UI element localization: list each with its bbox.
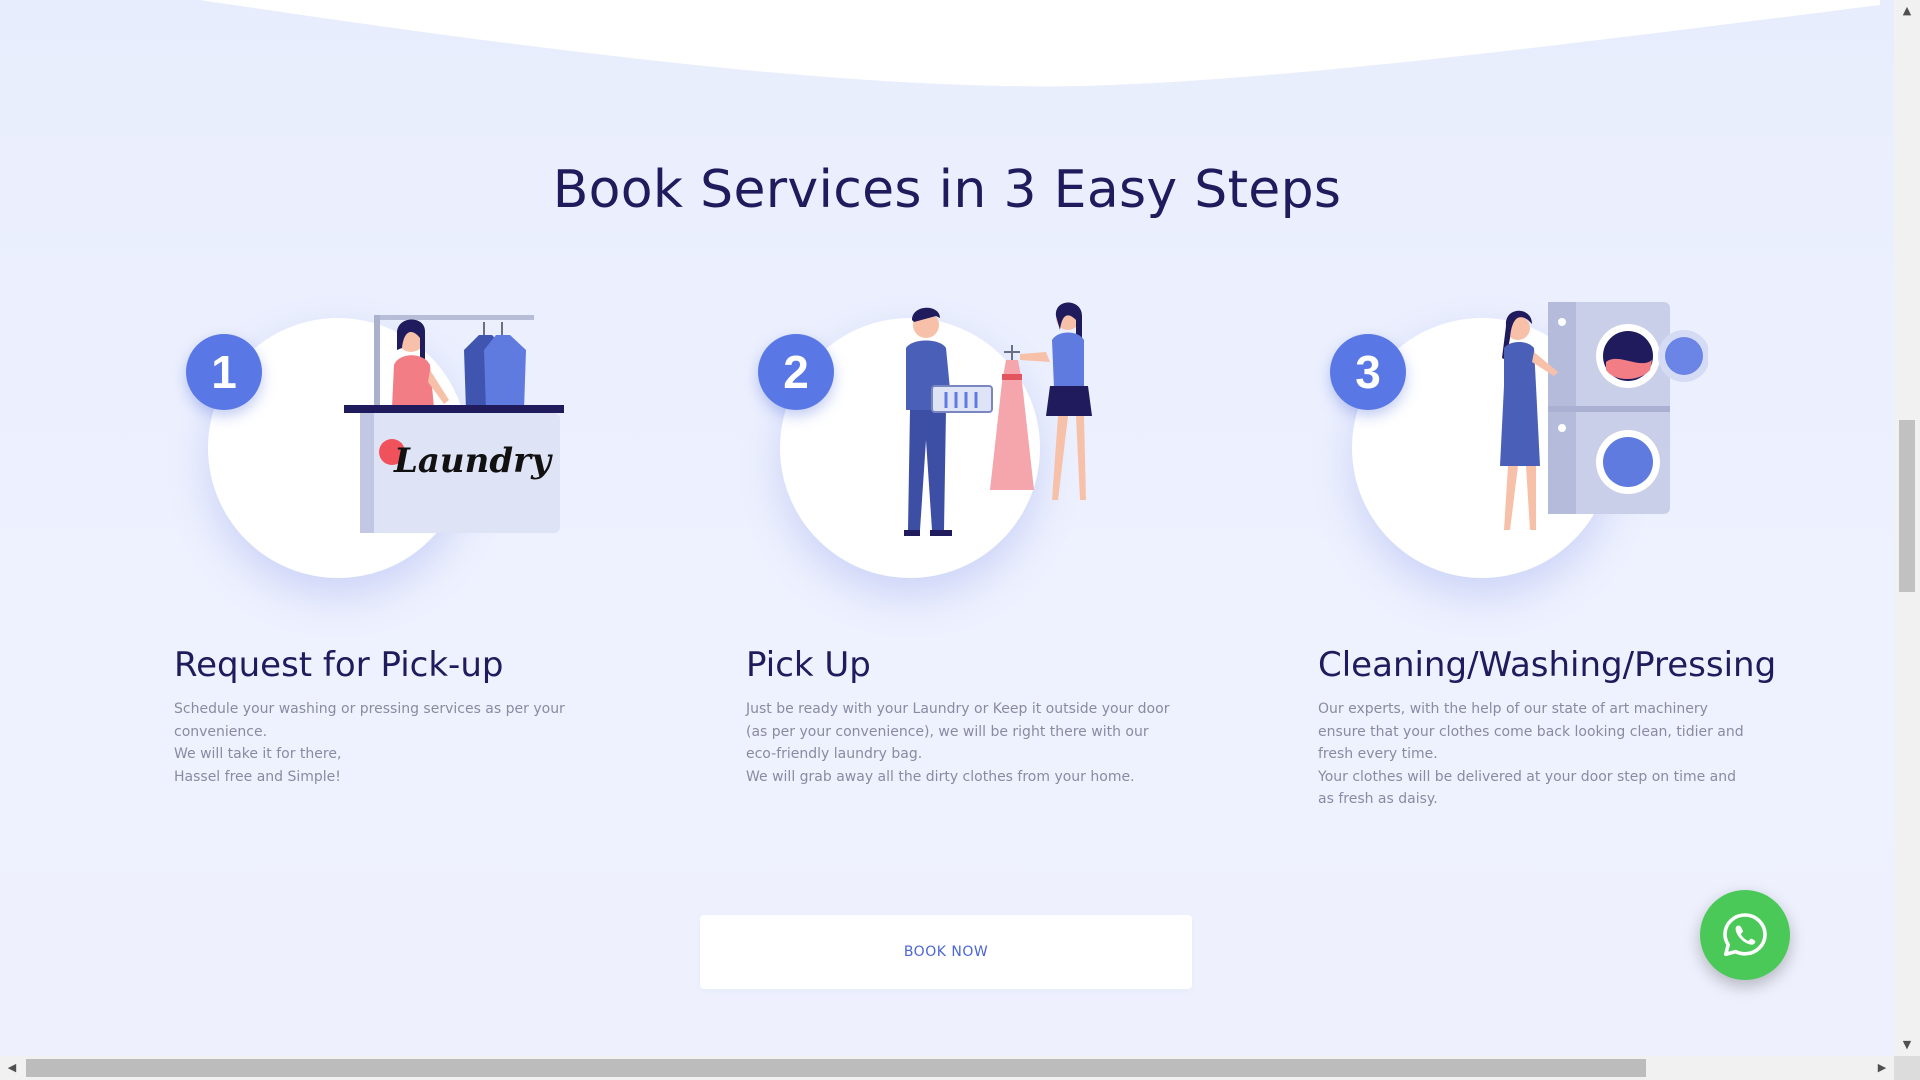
laundry-sign-text: Laundry xyxy=(393,441,553,481)
step-number-badge: 2 xyxy=(758,334,834,410)
vertical-scroll-thumb[interactable] xyxy=(1899,420,1915,592)
step-card-2: 2 Pick Up Just be ready with your Laundr… xyxy=(746,290,1286,850)
step-card-3: 3 Cleaning/Washing/Pressing Our experts,… xyxy=(1318,290,1858,850)
washing-machine-illustration xyxy=(1500,302,1708,530)
scroll-down-arrow-icon[interactable]: ▼ xyxy=(1894,1034,1920,1056)
scroll-up-arrow-icon[interactable]: ▲ xyxy=(1894,0,1920,22)
steps-section: Book Services in 3 Easy Steps Laundry 1 … xyxy=(0,0,1894,1056)
horizontal-scroll-thumb[interactable] xyxy=(26,1059,1646,1077)
step-description: Just be ready with your Laundry or Keep … xyxy=(746,698,1176,788)
scroll-right-arrow-icon[interactable]: ▶ xyxy=(1870,1056,1894,1080)
top-wave-divider xyxy=(200,0,1880,87)
description-line: Schedule your washing or pressing servic… xyxy=(174,701,565,740)
whatsapp-chat-button[interactable] xyxy=(1700,890,1790,980)
step-description: Our experts, with the help of our state … xyxy=(1318,698,1748,811)
vertical-scrollbar[interactable]: ▲ ▼ xyxy=(1894,0,1920,1056)
description-line: Your clothes will be delivered at your d… xyxy=(1318,768,1737,808)
scrollbar-corner xyxy=(1894,1056,1920,1080)
step-title: Request for Pick-up xyxy=(174,645,504,685)
description-line: Hassel free and Simple! xyxy=(174,768,341,785)
laundry-counter-illustration: Laundry xyxy=(344,315,564,533)
step-card-1: Laundry 1 Request for Pick-up Schedule y… xyxy=(174,290,714,850)
book-now-button[interactable]: BOOK NOW xyxy=(700,915,1192,989)
description-line: We will take it for there, xyxy=(174,746,342,762)
section-title: Book Services in 3 Easy Steps xyxy=(552,160,1342,220)
step-number-badge: 1 xyxy=(186,334,262,410)
pickup-illustration xyxy=(904,302,1092,536)
whatsapp-icon xyxy=(1723,913,1767,956)
step-number-badge: 3 xyxy=(1330,334,1406,410)
horizontal-scrollbar[interactable]: ◀ ▶ xyxy=(0,1056,1894,1080)
step-title: Pick Up xyxy=(746,645,871,685)
description-line: Just be ready with your Laundry or Keep … xyxy=(746,701,1170,762)
scroll-left-arrow-icon[interactable]: ◀ xyxy=(0,1056,24,1080)
step-title: Cleaning/Washing/Pressing xyxy=(1318,645,1777,685)
description-line: We will grab away all the dirty clothes … xyxy=(746,768,1135,785)
description-line: Our experts, with the help of our state … xyxy=(1318,701,1744,762)
step-description: Schedule your washing or pressing servic… xyxy=(174,698,604,788)
